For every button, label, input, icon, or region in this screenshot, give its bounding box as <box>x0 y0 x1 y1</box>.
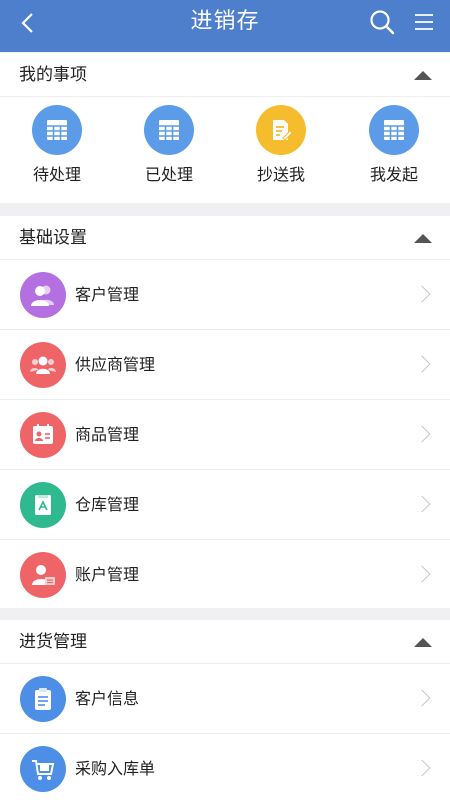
collapse-arrow-icon[interactable] <box>414 234 432 243</box>
group-icon <box>20 342 66 388</box>
quick-item-label: 已处理 <box>144 165 193 184</box>
list-item-label: 供应商管理 <box>75 355 156 374</box>
quick-item-cc-me[interactable]: 抄送我 <box>231 105 331 185</box>
list-item-customer-management[interactable]: 客户管理 <box>0 260 450 330</box>
purchase-management-section: 进货管理 客户信息 采购入库单 <box>0 620 450 800</box>
quick-item-initiated[interactable]: 我发起 <box>344 105 444 185</box>
account-user-icon <box>20 552 66 598</box>
chevron-right-icon <box>413 689 431 707</box>
document-edit-icon <box>256 105 306 155</box>
list-item-label: 账户管理 <box>75 565 140 584</box>
quick-item-pending[interactable]: 待处理 <box>7 105 107 185</box>
quick-actions: 待处理 已处理 抄送我 我发起 <box>0 97 450 203</box>
list-item-warehouse-management[interactable]: 仓库管理 <box>0 470 450 540</box>
list-item-purchase-receipt[interactable]: 采购入库单 <box>0 734 450 800</box>
quick-item-label: 待处理 <box>32 165 81 184</box>
list-item-label: 商品管理 <box>75 425 140 444</box>
list-item-label: 客户信息 <box>75 689 140 708</box>
quick-item-processed[interactable]: 已处理 <box>119 105 219 185</box>
chevron-right-icon <box>413 565 431 583</box>
list-item-customer-info[interactable]: 客户信息 <box>0 664 450 734</box>
clipboard-icon <box>20 676 66 722</box>
list-item-label: 采购入库单 <box>75 759 156 778</box>
list-item-label: 仓库管理 <box>75 495 140 514</box>
warehouse-doc-icon <box>20 482 66 528</box>
chevron-right-icon <box>413 285 431 303</box>
collapse-arrow-icon[interactable] <box>414 638 432 647</box>
my-items-header[interactable]: 我的事项 <box>0 53 450 97</box>
cart-icon <box>20 746 66 792</box>
search-icon[interactable] <box>369 9 395 35</box>
basic-settings-section: 基础设置 客户管理 供应商管理 商品管理 仓库管理 账户管理 <box>0 216 450 608</box>
chevron-right-icon <box>413 425 431 443</box>
product-card-icon <box>20 412 66 458</box>
my-items-section: 我的事项 待处理 已处理 抄送我 我发起 <box>0 53 450 203</box>
section-title: 进货管理 <box>19 632 87 652</box>
section-title: 基础设置 <box>19 228 87 248</box>
purchase-management-header[interactable]: 进货管理 <box>0 620 450 664</box>
list-item-supplier-management[interactable]: 供应商管理 <box>0 330 450 400</box>
list-item-label: 客户管理 <box>75 285 140 304</box>
grid-table-icon <box>32 105 82 155</box>
grid-table-icon <box>369 105 419 155</box>
collapse-arrow-icon[interactable] <box>414 71 432 80</box>
chevron-right-icon <box>413 759 431 777</box>
chevron-right-icon <box>413 355 431 373</box>
basic-settings-header[interactable]: 基础设置 <box>0 216 450 260</box>
list-item-product-management[interactable]: 商品管理 <box>0 400 450 470</box>
top-bar: 进销存 <box>0 0 450 52</box>
hamburger-menu-icon[interactable] <box>414 12 434 32</box>
section-title: 我的事项 <box>19 65 87 85</box>
grid-table-icon <box>144 105 194 155</box>
quick-item-label: 我发起 <box>369 165 418 184</box>
list-item-account-management[interactable]: 账户管理 <box>0 540 450 610</box>
users-icon <box>20 272 66 318</box>
chevron-right-icon <box>413 495 431 513</box>
quick-item-label: 抄送我 <box>256 165 305 184</box>
